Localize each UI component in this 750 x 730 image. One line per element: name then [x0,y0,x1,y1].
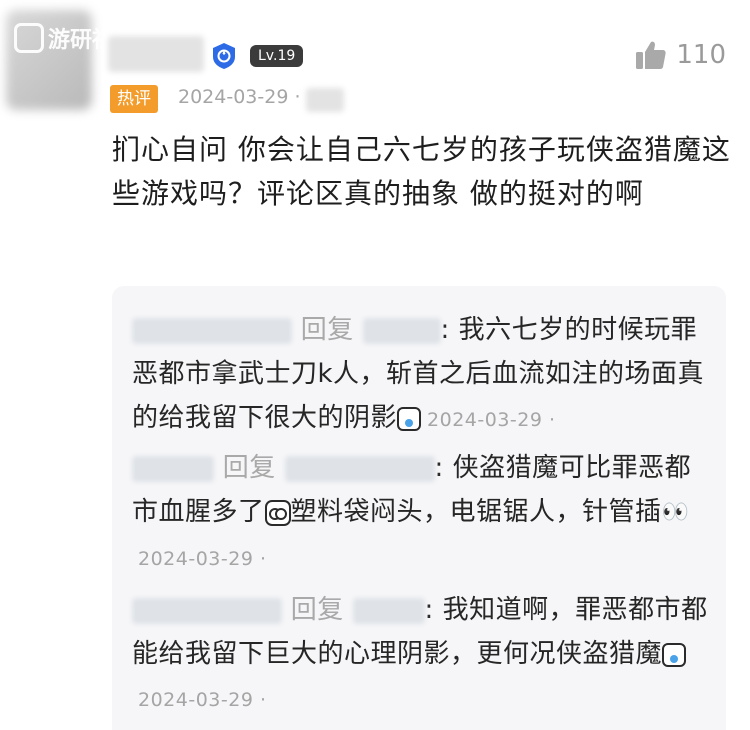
reply-text-continued: 塑料袋闷头，电锯锯人，针管插 [290,497,662,527]
username-redacted[interactable] [108,36,204,72]
reply-date: 2024-03-29 · [138,547,267,570]
like-button[interactable]: 110 [634,38,726,72]
level-badge: Lv.19 [250,45,304,67]
hot-comment-badge: 热评 [110,85,158,113]
sad-emoji-icon [397,406,422,431]
eyes-emoji-icon: 👀 [661,499,690,525]
watermark-logo-icon [14,23,44,53]
sad-emoji-icon [662,642,687,667]
reply-target-redacted[interactable] [352,597,425,624]
reply-author-redacted[interactable] [132,455,214,482]
reply-date: 2024-03-29 · [138,689,267,711]
shocked-face-icon [264,499,291,526]
reply-target-redacted[interactable] [362,317,441,344]
reply-keyword: 回复 [300,315,354,345]
replies-panel: 回复 : 我六七岁的时候玩罪恶都市拿武士刀k人，斩首之后血流如注的场面真的给我留… [112,286,726,730]
reply-keyword: 回复 [290,595,344,625]
reply-item[interactable]: 回复 : 我知道啊，罪恶都市都能给我留下巨大的心理阴影，更何况侠盗猎魔2024-… [132,588,710,722]
watermark-text: 游研社 [48,28,115,53]
comment-text: 扪心自问 你会让自己六七岁的孩子玩侠盗猎魔这些游戏吗？评论区真的抽象 做的挺对的… [112,133,731,210]
reply-item[interactable]: 回复 : 侠盗猎魔可比罪恶都市血腥多了 塑料袋闷头，电锯锯人，针管插👀2024-0… [132,446,710,581]
shield-badge-icon [213,43,235,69]
reply-item[interactable]: 回复 : 我六七岁的时候玩罪恶都市拿武士刀k人，斩首之后血流如注的场面真的给我留… [132,308,710,442]
reply-author-redacted[interactable] [132,597,282,624]
reply-author-redacted[interactable] [132,317,292,344]
comment-date: 2024-03-29 · [178,86,301,108]
reply-target-redacted[interactable] [284,455,435,482]
reply-keyword: 回复 [222,453,276,483]
watermark: 游研社 [14,22,114,54]
location-redacted [306,88,344,112]
like-count: 110 [676,40,726,70]
reply-date: 2024-03-29 · [427,409,556,431]
thumbs-up-icon [636,41,666,69]
